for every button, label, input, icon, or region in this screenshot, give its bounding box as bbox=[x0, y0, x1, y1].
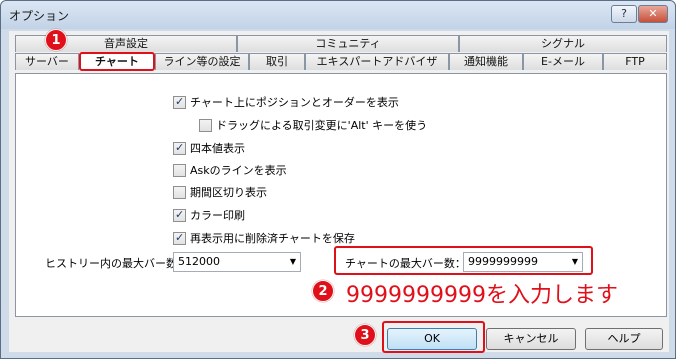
option-period-separators[interactable]: 期間区切り表示 bbox=[173, 185, 267, 199]
tab-chart[interactable]: チャート bbox=[79, 52, 155, 71]
help-button[interactable]: ヘルプ bbox=[585, 328, 663, 350]
help-title-button[interactable]: ? bbox=[611, 5, 637, 23]
tab-server[interactable]: サーバー bbox=[15, 53, 79, 70]
close-button[interactable]: ✕ bbox=[638, 5, 668, 23]
tab-email[interactable]: E-メール bbox=[523, 53, 603, 70]
chevron-down-icon: ▼ bbox=[289, 257, 296, 266]
window-title: オプション bbox=[9, 9, 70, 23]
option-alt-drag[interactable]: ドラッグによる取引変更に'Alt' キーを使う bbox=[199, 118, 427, 132]
history-bars-label: ヒストリー内の最大バー数 bbox=[45, 257, 177, 270]
option-label: チャート上にポジションとオーダーを表示 bbox=[190, 96, 399, 109]
tab-community[interactable]: コミュニティ bbox=[237, 35, 459, 52]
checkbox-unchecked[interactable] bbox=[173, 185, 186, 199]
option-label: 再表示用に削除済チャートを保存 bbox=[190, 232, 355, 245]
cancel-button[interactable]: キャンセル bbox=[486, 328, 576, 350]
tab-trade[interactable]: 取引 bbox=[249, 53, 305, 70]
checkbox-unchecked[interactable] bbox=[173, 163, 186, 177]
option-label: ドラッグによる取引変更に'Alt' キーを使う bbox=[216, 119, 428, 132]
highlight-ok bbox=[382, 321, 485, 353]
title-bar: オプション ? ✕ bbox=[1, 1, 675, 29]
chart-bars-select[interactable]: 9999999999 ▼ bbox=[463, 252, 583, 272]
option-label: 期間区切り表示 bbox=[190, 186, 267, 199]
option-label: Askのラインを表示 bbox=[190, 164, 287, 177]
option-save-deleted-charts[interactable]: 再表示用に削除済チャートを保存 bbox=[173, 231, 355, 245]
checkbox-checked[interactable] bbox=[173, 141, 186, 155]
chevron-down-icon: ▼ bbox=[571, 257, 578, 266]
instruction-text: 9999999999を入力します bbox=[346, 283, 618, 308]
history-bars-select[interactable]: 512000 ▼ bbox=[173, 252, 301, 272]
option-label: 四本値表示 bbox=[190, 142, 245, 155]
option-show-positions[interactable]: チャート上にポジションとオーダーを表示 bbox=[173, 95, 399, 109]
option-ask-line[interactable]: Askのラインを表示 bbox=[173, 163, 287, 177]
tab-notifications[interactable]: 通知機能 bbox=[449, 53, 523, 70]
history-bars-value: 512000 bbox=[178, 255, 220, 268]
option-ohlc[interactable]: 四本値表示 bbox=[173, 141, 245, 155]
step-2-badge: 2 bbox=[312, 280, 334, 302]
tab-signal[interactable]: シグナル bbox=[459, 35, 667, 52]
checkbox-checked[interactable] bbox=[173, 231, 186, 245]
tab-expert-advisor[interactable]: エキスパートアドバイザ bbox=[305, 53, 449, 70]
checkbox-checked[interactable] bbox=[173, 208, 186, 222]
tab-ftp[interactable]: FTP bbox=[603, 53, 667, 70]
step-1-badge: 1 bbox=[45, 29, 67, 51]
options-dialog: オプション ? ✕ 音声設定 コミュニティ シグナル サーバー チャート ライン… bbox=[0, 0, 676, 359]
option-color-print[interactable]: カラー印刷 bbox=[173, 208, 245, 222]
checkbox-checked[interactable] bbox=[173, 95, 186, 109]
tab-line-settings[interactable]: ライン等の設定 bbox=[155, 53, 249, 70]
checkbox-unchecked[interactable] bbox=[199, 118, 212, 132]
chart-bars-label: チャートの最大バー数： bbox=[345, 257, 466, 270]
chart-bars-value: 9999999999 bbox=[468, 255, 538, 268]
step-3-badge: 3 bbox=[354, 324, 376, 346]
option-label: カラー印刷 bbox=[190, 209, 245, 222]
